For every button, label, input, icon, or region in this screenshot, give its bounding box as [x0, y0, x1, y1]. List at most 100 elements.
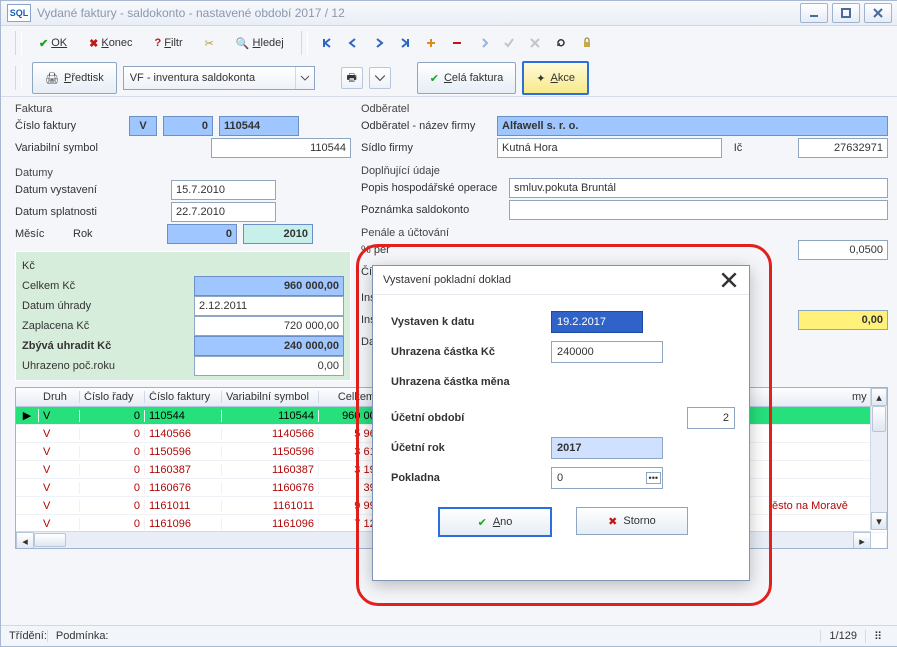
dlg-rok-label: Účetní rok [391, 442, 541, 454]
lock-icon[interactable] [576, 32, 598, 54]
datum-splat-field[interactable]: 22.7.2010 [171, 202, 276, 222]
dlg-mena-label: Uhrazena částka měna [391, 376, 541, 388]
app-logo: SQL [7, 4, 31, 22]
datum-uhr-label: Datum úhrady [22, 300, 91, 312]
status-bar: Třídění: Podmínka: 1/129 ⠿ [1, 625, 897, 646]
penale-group-label: Penále a účtování [361, 227, 888, 239]
status-trideni: Třídění: [9, 630, 47, 642]
konec-button[interactable]: ✖Konec [80, 30, 141, 56]
dlg-castka-field[interactable]: 240000 [551, 341, 663, 363]
dlg-rok-field[interactable]: 2017 [551, 437, 663, 459]
nav-prev-icon[interactable] [342, 32, 364, 54]
minimize-button[interactable] [800, 3, 828, 23]
datumy-group-label: Datumy [15, 167, 351, 179]
close-button[interactable] [864, 3, 892, 23]
filtr-button[interactable]: ?Filtr [146, 30, 192, 56]
cela-faktura-button[interactable]: ✔Celá faktura [417, 62, 517, 94]
confirm-icon[interactable] [498, 32, 520, 54]
zaplacena-label: Zaplacena Kč [22, 320, 89, 332]
titlebar: SQL Vydané faktury - saldokonto - nastav… [1, 1, 897, 26]
edit-icon[interactable] [472, 32, 494, 54]
vsym-field[interactable]: 110544 [211, 138, 351, 158]
dlg-ano-button[interactable]: ✔Ano [438, 507, 552, 537]
datum-uhr-field[interactable]: 2.12.2011 [194, 296, 344, 316]
dlg-storno-button[interactable]: ✖Storno [576, 507, 688, 535]
datum-vyst-label: Datum vystavení [15, 184, 165, 196]
maximize-button[interactable] [832, 3, 860, 23]
odberatel-group-label: Odběratel [361, 103, 888, 115]
cancel-icon[interactable] [524, 32, 546, 54]
dlg-vyst-label: Vystaven k datu [391, 316, 541, 328]
hledej-button[interactable]: 🔍Hledej [227, 30, 293, 56]
vsym-label: Variabilní symbol [15, 142, 123, 154]
window-title: Vydané faktury - saldokonto - nastavené … [37, 6, 796, 20]
nav-next-icon[interactable] [368, 32, 390, 54]
resize-grip-icon[interactable]: ⠿ [865, 630, 890, 643]
print-dropdown-button[interactable] [369, 67, 391, 89]
dop-group-label: Doplňující údaje [361, 165, 888, 177]
dlg-pokl-label: Pokladna [391, 472, 541, 484]
popis-field[interactable]: smluv.pokuta Bruntál [509, 178, 888, 198]
print-toolbar: 🖨 Předtisk VF - inventura saldokonta 🖶 ✔… [1, 60, 897, 97]
zbyva-value: 240 000,00 [194, 336, 344, 356]
ok-button[interactable]: ✔OK [30, 30, 76, 56]
zaplacena-value: 720 000,00 [194, 316, 344, 336]
ic-field[interactable]: 27632971 [798, 138, 888, 158]
odb-sidlo-label: Sídlo firmy [361, 142, 491, 154]
celkem-value: 960 000,00 [194, 276, 344, 296]
printer-icon: 🖨 [45, 72, 59, 85]
popis-label: Popis hospodářské operace [361, 182, 503, 194]
dialog-close-button[interactable] [719, 270, 739, 290]
faktura-group-label: Faktura [15, 103, 351, 115]
dlg-obdobi-label: Účetní období [391, 412, 541, 424]
clear-filter-button[interactable]: ✂ [196, 30, 223, 56]
mesic-value: 0 [167, 224, 237, 244]
pozn-field[interactable] [509, 200, 888, 220]
nav-last-icon[interactable] [394, 32, 416, 54]
pocroku-value: 0,00 [194, 356, 344, 376]
datum-splat-label: Datum splatnosti [15, 206, 165, 218]
status-podminka: Podmínka: [47, 630, 821, 642]
kc-label: Kč [22, 260, 35, 272]
pocroku-label: Uhrazeno poč.roku [22, 360, 115, 372]
cislo-prefix: V [129, 116, 157, 136]
ellipsis-icon[interactable]: ••• [646, 472, 661, 484]
dlg-vyst-field[interactable]: 19.2.2017 [551, 311, 643, 333]
remove-icon[interactable] [446, 32, 468, 54]
cash-doc-dialog: Vystavení pokladní doklad Vystaven k dat… [372, 265, 750, 581]
dialog-title: Vystavení pokladní doklad [383, 274, 511, 286]
cislo-faktury-value: 110544 [219, 116, 299, 136]
dlg-pokl-field[interactable]: 0••• [551, 467, 663, 489]
add-icon[interactable] [420, 32, 442, 54]
app-window: SQL Vydané faktury - saldokonto - nastav… [0, 0, 897, 647]
datum-vyst-field[interactable]: 15.7.2010 [171, 180, 276, 200]
odb-nazev-value: Alfawell s. r. o. [497, 116, 888, 136]
zbyva-mena-field: 0,00 [798, 310, 888, 330]
cislo-faktury-label: Číslo faktury [15, 120, 123, 132]
rok-label: Rok [73, 228, 161, 240]
pct-label: % per [361, 244, 401, 256]
money-panel: Kč Celkem Kč 960 000,00 Datum úhrady 2.12.… [15, 251, 351, 381]
zbyva-label: Zbývá uhradit Kč [22, 340, 111, 352]
pozn-label: Poznámka saldokonto [361, 204, 503, 216]
celkem-label: Celkem Kč [22, 280, 75, 292]
chevron-down-icon [295, 67, 314, 89]
main-toolbar: ✔OK ✖Konec ?Filtr ✂ 🔍Hledej [1, 26, 897, 60]
predtisk-button[interactable]: 🖨 Předtisk [32, 62, 117, 94]
rok-value: 2010 [243, 224, 313, 244]
nav-first-icon[interactable] [316, 32, 338, 54]
vertical-scrollbar[interactable]: ▴▾ [870, 388, 887, 530]
odb-sidlo-field[interactable]: Kutná Hora [497, 138, 722, 158]
mesic-label: Měsíc [15, 228, 67, 240]
akce-button[interactable]: ✦Akce [522, 61, 589, 95]
refresh-icon[interactable] [550, 32, 572, 54]
dlg-obdobi-field[interactable]: 2 [687, 407, 735, 429]
wand-icon: ✦ [536, 72, 545, 85]
dlg-castka-label: Uhrazena částka Kč [391, 346, 541, 358]
cislo-rada-n: 0 [163, 116, 213, 136]
print-icon-button[interactable]: 🖶 [341, 67, 363, 89]
odb-nazev-label: Odběratel - název firmy [361, 120, 491, 132]
pct-field[interactable]: 0,0500 [798, 240, 888, 260]
ic-label: Ič [728, 142, 748, 154]
template-combo[interactable]: VF - inventura saldokonta [123, 66, 315, 90]
